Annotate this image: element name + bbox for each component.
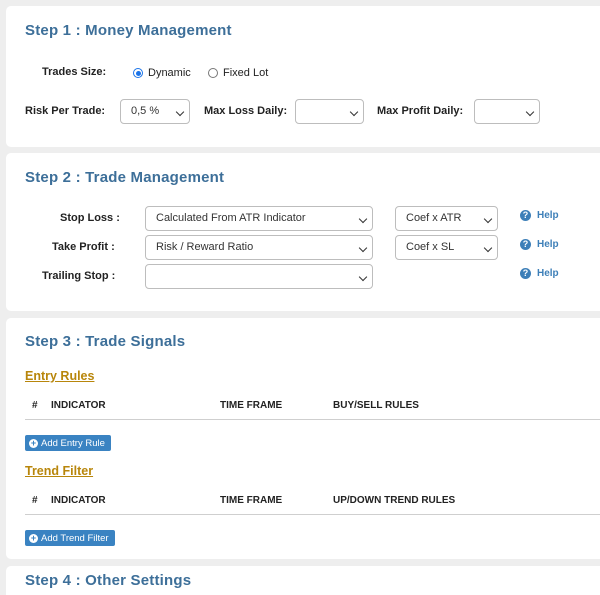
chevron-down-icon <box>358 272 368 282</box>
trend-col-rules: UP/DOWN TREND RULES <box>333 495 456 506</box>
trend-filter-heading: Trend Filter <box>25 464 94 478</box>
stop-loss-coef-select[interactable]: Coef x ATR <box>395 206 498 231</box>
entry-col-time-frame: TIME FRAME <box>220 400 283 411</box>
add-entry-rule-button[interactable]: + Add Entry Rule <box>25 435 111 451</box>
trades-size-label: Trades Size: <box>42 66 107 78</box>
plus-icon: + <box>29 437 38 448</box>
trailing-stop-method-select[interactable] <box>145 264 373 289</box>
step4-title: Step 4 : Other Settings <box>25 572 192 589</box>
take-profit-method-value: Risk / Reward Ratio <box>156 241 254 253</box>
add-trend-filter-button[interactable]: + Add Trend Filter <box>25 530 115 546</box>
radio-fixed-lot[interactable] <box>208 68 218 78</box>
step3-card: Step 3 : Trade Signals Entry Rules # IND… <box>6 318 600 559</box>
stop-loss-method-value: Calculated From ATR Indicator <box>156 212 306 224</box>
chevron-down-icon <box>483 243 493 253</box>
add-entry-rule-label: Add Entry Rule <box>41 437 105 449</box>
stop-loss-method-select[interactable]: Calculated From ATR Indicator <box>145 206 373 231</box>
entry-rules-heading: Entry Rules <box>25 369 95 383</box>
take-profit-method-select[interactable]: Risk / Reward Ratio <box>145 235 373 260</box>
trailing-stop-label: Trailing Stop : <box>42 270 116 282</box>
radio-fixed-lot-label[interactable]: Fixed Lot <box>223 67 268 79</box>
add-trend-filter-label: Add Trend Filter <box>41 532 109 544</box>
question-icon: ? <box>520 210 531 221</box>
take-profit-coef-value: Coef x SL <box>406 241 455 253</box>
step4-card: Step 4 : Other Settings <box>6 566 600 595</box>
step3-title: Step 3 : Trade Signals <box>25 333 186 350</box>
help-label: Help <box>537 239 559 250</box>
plus-icon: + <box>29 532 38 543</box>
radio-dynamic-label[interactable]: Dynamic <box>148 67 191 79</box>
stop-loss-coef-value: Coef x ATR <box>406 212 462 224</box>
max-loss-daily-select[interactable] <box>295 99 364 124</box>
risk-per-trade-value: 0,5 % <box>131 105 160 117</box>
radio-dynamic[interactable] <box>133 68 143 78</box>
step1-card: Step 1 : Money Management Trades Size: D… <box>6 6 600 147</box>
max-profit-daily-select[interactable] <box>474 99 540 124</box>
chevron-down-icon <box>358 243 368 253</box>
question-icon: ? <box>520 268 531 279</box>
chevron-down-icon <box>358 214 368 224</box>
step2-card: Step 2 : Trade Management Stop Loss : Ca… <box>6 153 600 311</box>
risk-per-trade-label: Risk Per Trade: <box>25 105 106 117</box>
entry-col-indicator: INDICATOR <box>51 400 106 411</box>
question-icon: ? <box>520 239 531 250</box>
chevron-down-icon <box>483 214 493 224</box>
trend-col-number: # <box>32 495 38 506</box>
help-label: Help <box>537 268 559 279</box>
stop-loss-help-link[interactable]: ? Help <box>520 210 559 221</box>
trailing-stop-help-link[interactable]: ? Help <box>520 268 559 279</box>
trend-col-indicator: INDICATOR <box>51 495 106 506</box>
max-profit-daily-label: Max Profit Daily: <box>377 105 464 117</box>
chevron-down-icon <box>525 107 535 117</box>
help-label: Help <box>537 210 559 221</box>
step1-title: Step 1 : Money Management <box>25 22 232 39</box>
take-profit-help-link[interactable]: ? Help <box>520 239 559 250</box>
trend-col-time-frame: TIME FRAME <box>220 495 283 506</box>
trend-table-divider <box>25 514 600 515</box>
risk-per-trade-select[interactable]: 0,5 % <box>120 99 190 124</box>
stop-loss-label: Stop Loss : <box>60 212 120 224</box>
entry-col-number: # <box>32 400 38 411</box>
take-profit-label: Take Profit : <box>52 241 115 253</box>
chevron-down-icon <box>349 107 359 117</box>
step2-title: Step 2 : Trade Management <box>25 169 225 186</box>
max-loss-daily-label: Max Loss Daily: <box>204 105 288 117</box>
take-profit-coef-select[interactable]: Coef x SL <box>395 235 498 260</box>
chevron-down-icon <box>175 107 185 117</box>
entry-table-divider <box>25 419 600 420</box>
entry-col-rules: BUY/SELL RULES <box>333 400 419 411</box>
